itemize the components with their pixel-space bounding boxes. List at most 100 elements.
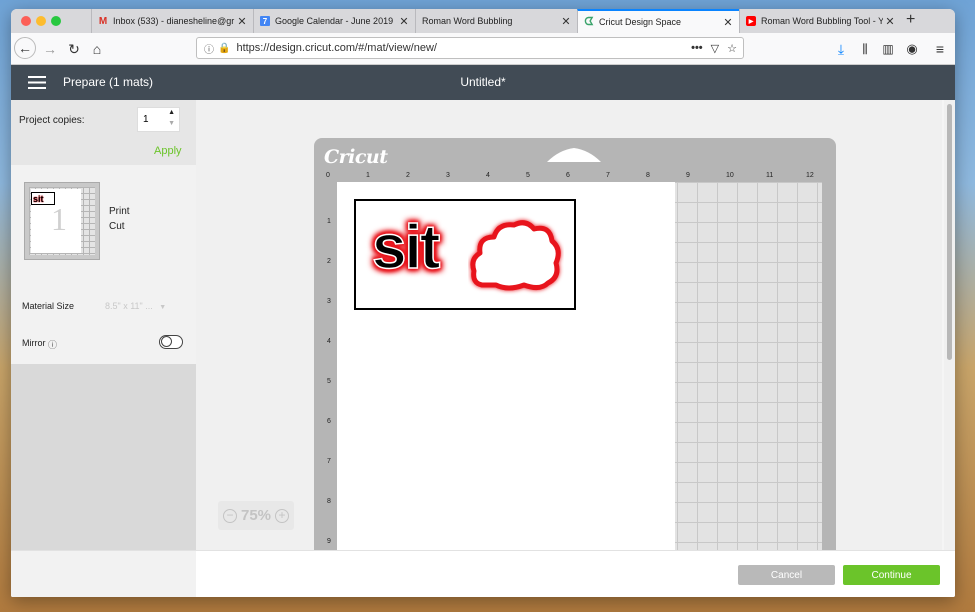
info-icon[interactable]: ⓘ <box>204 41 214 56</box>
lock-icon: 🔒 <box>218 42 231 54</box>
ruler-top-label: 6 <box>566 172 570 179</box>
ruler-top-label: 7 <box>606 172 610 179</box>
ruler-left-label: 2 <box>327 258 331 265</box>
gmail-icon: M <box>98 15 108 27</box>
canvas-scrollbar[interactable] <box>944 100 955 550</box>
navigation-bar: ← → ↻ ⌂ ⓘ 🔒 https://design.cricut.com/#/… <box>11 33 955 65</box>
zoom-control: − 75% + <box>218 501 294 530</box>
tab-gmail[interactable]: M Inbox (533) - dianesheline@gr ✕ <box>91 9 253 33</box>
ruler-top-label: 10 <box>726 172 734 179</box>
sidebar-toggle-icon[interactable]: ▥ <box>877 38 899 60</box>
app-header: Prepare (1 mats) Untitled* <box>11 65 955 100</box>
mat-preview-canvas: Cricut 0 1 2 3 4 5 6 7 8 9 10 11 12 123456789 sit − … <box>196 100 942 550</box>
close-tab-icon[interactable]: ✕ <box>721 16 735 29</box>
tab-cricut-design-space[interactable]: ᗧ Cricut Design Space ✕ <box>577 9 739 33</box>
calendar-icon: 7 <box>260 16 270 26</box>
chevron-down-icon: ▼ <box>159 304 167 311</box>
close-window-button[interactable] <box>21 16 31 26</box>
footer-bar: Cancel Continue <box>11 550 955 597</box>
mat-thumbnail[interactable]: sit 1 <box>24 182 100 260</box>
cancel-button[interactable]: Cancel <box>738 565 835 585</box>
minimize-window-button[interactable] <box>36 16 46 26</box>
ruler-left-label: 6 <box>327 418 331 425</box>
ruler-left-label: 4 <box>327 338 331 345</box>
apply-button[interactable]: Apply <box>154 145 182 157</box>
zoom-window-button[interactable] <box>51 16 61 26</box>
project-copies-label: Project copies: <box>19 115 85 126</box>
menu-icon[interactable]: ≡ <box>929 38 951 60</box>
continue-button[interactable]: Continue <box>843 565 940 585</box>
account-icon[interactable]: ◉ <box>901 38 923 60</box>
page-actions-icon[interactable]: ••• <box>691 42 703 54</box>
sidebar-empty-area <box>11 364 196 550</box>
url-text[interactable]: https://design.cricut.com/#/mat/view/new… <box>236 42 691 54</box>
library-icon[interactable]: ⫼ <box>854 38 876 60</box>
scrollbar-thumb[interactable] <box>947 104 952 360</box>
url-bar[interactable]: ⓘ 🔒 https://design.cricut.com/#/mat/view… <box>196 37 744 59</box>
increment-icon[interactable]: ▲ <box>168 109 175 116</box>
close-tab-icon[interactable]: ✕ <box>235 15 249 28</box>
zoom-level: 75% <box>240 507 272 524</box>
cricut-logo: Cricut <box>324 146 388 168</box>
ruler-top-label: 2 <box>406 172 410 179</box>
close-tab-icon[interactable]: ✕ <box>397 15 411 28</box>
tab-calendar[interactable]: 7 Google Calendar - June 2019 ✕ <box>253 9 415 33</box>
download-icon[interactable]: ⤓ <box>830 38 852 60</box>
youtube-icon: ▶ <box>746 16 756 26</box>
reload-icon[interactable]: ↻ <box>63 38 85 60</box>
tab-roman-word-bubbling[interactable]: Roman Word Bubbling ✕ <box>415 9 577 33</box>
design-sit-text[interactable]: sit <box>371 212 441 283</box>
cloud-shape-icon[interactable] <box>468 215 564 295</box>
design-bounding-box[interactable]: sit <box>354 199 576 310</box>
bookmark-star-icon[interactable]: ☆ <box>727 42 737 55</box>
zoom-out-icon[interactable]: − <box>222 508 237 523</box>
ruler-top-label: 5 <box>526 172 530 179</box>
close-tab-icon[interactable]: ✕ <box>883 15 897 28</box>
mat-mode-cut: Cut <box>109 221 125 232</box>
pocket-icon[interactable]: ▽ <box>711 42 719 55</box>
mirror-info-icon[interactable]: ⓘ <box>48 338 57 351</box>
mat-thumbnail-design: sit <box>33 194 44 204</box>
forward-icon[interactable]: → <box>39 38 61 60</box>
mirror-toggle[interactable] <box>159 335 183 349</box>
new-tab-icon[interactable]: + <box>906 11 915 29</box>
close-tab-icon[interactable]: ✕ <box>559 15 573 28</box>
material-size-select[interactable]: 8.5" x 11" ... ▼ <box>105 296 180 311</box>
ruler-left-label: 3 <box>327 298 331 305</box>
ruler-left-label: 7 <box>327 458 331 465</box>
back-icon[interactable]: ← <box>14 37 36 59</box>
ruler-top-label: 12 <box>806 172 814 179</box>
material-size-label: Material Size <box>22 301 75 311</box>
zoom-in-icon[interactable]: + <box>275 508 290 523</box>
ruler-left-label: 9 <box>327 538 331 545</box>
home-icon[interactable]: ⌂ <box>86 38 108 60</box>
tab-bar: M Inbox (533) - dianesheline@gr ✕ 7 Goog… <box>11 9 955 33</box>
cutting-mat: Cricut 0 1 2 3 4 5 6 7 8 9 10 11 12 123456789 sit <box>314 138 836 550</box>
ruler-top-label: 1 <box>366 172 370 179</box>
prepare-sidebar: Project copies: 1 ▲ ▼ Apply sit 1 Print … <box>11 100 196 550</box>
ruler-top-label: 11 <box>766 172 774 179</box>
ruler-left-label: 1 <box>327 218 331 225</box>
ruler-left: 1 2 3 4 5 6 7 8 9 <box>324 182 334 550</box>
mat-mode-print: Print <box>109 206 130 217</box>
material-size-value: 8.5" x 11" ... <box>105 301 153 311</box>
decrement-icon[interactable]: ▼ <box>168 120 175 127</box>
ruler-top-label: 9 <box>686 172 690 179</box>
ruler-left-label: 5 <box>327 378 331 385</box>
browser-window: M Inbox (533) - dianesheline@gr ✕ 7 Goog… <box>11 9 955 597</box>
ruler-top-label: 8 <box>646 172 650 179</box>
footer-left-panel <box>11 551 196 597</box>
ruler-top-label: 4 <box>486 172 490 179</box>
ruler-top: 0 1 2 3 4 5 6 7 8 9 10 11 12 <box>326 172 824 182</box>
mirror-label: Mirror <box>22 338 46 348</box>
tab-youtube[interactable]: ▶ Roman Word Bubbling Tool - Y ✕ <box>739 9 901 33</box>
ruler-top-label: 3 <box>446 172 450 179</box>
project-copies-value[interactable]: 1 <box>143 114 149 125</box>
cricut-icon: ᗧ <box>584 15 594 28</box>
ruler-top-label: 0 <box>326 172 330 179</box>
project-copies-stepper[interactable]: 1 ▲ ▼ <box>137 107 180 132</box>
document-title: Untitled* <box>460 75 506 89</box>
mat-number: 1 <box>51 201 67 237</box>
mat-notch-icon <box>547 148 601 162</box>
ruler-left-label: 8 <box>327 498 331 505</box>
